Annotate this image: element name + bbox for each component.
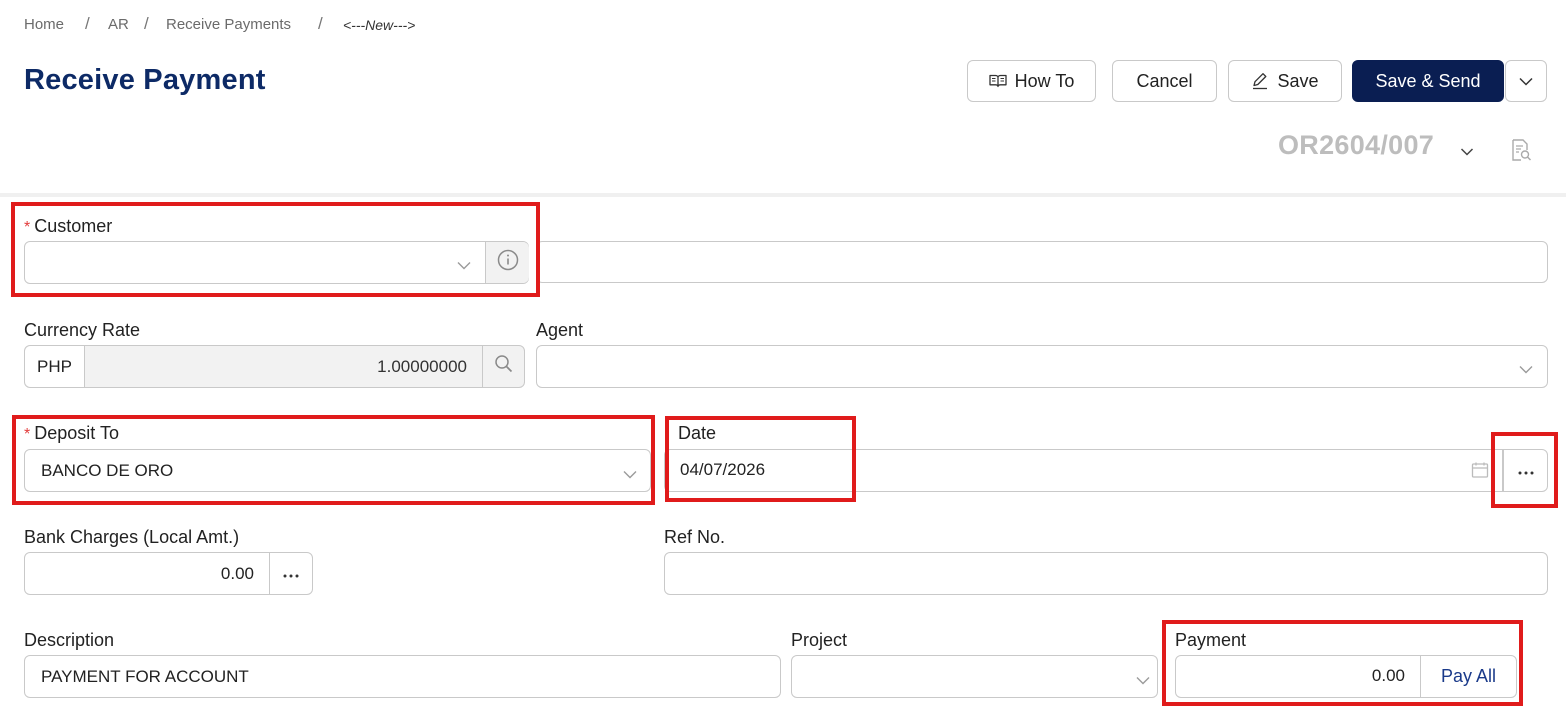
highlight-box-payment — [1162, 620, 1523, 706]
search-icon — [494, 354, 514, 379]
page-title: Receive Payment — [24, 64, 266, 96]
document-number: OR2604/007 — [1278, 130, 1435, 160]
breadcrumb-separator: / — [144, 14, 149, 33]
how-to-label: How To — [1014, 70, 1075, 91]
breadcrumb-current: <---New---> — [343, 17, 416, 33]
breadcrumb-separator: / — [85, 14, 90, 33]
pencil-icon — [1251, 72, 1269, 90]
bank-charges-input[interactable]: 0.00 — [24, 552, 270, 595]
ref-no-input[interactable] — [664, 552, 1548, 595]
highlight-box-date-more — [1491, 432, 1558, 508]
currency-rate-group: PHP 1.00000000 — [24, 345, 525, 388]
document-number-dropdown[interactable] — [1460, 144, 1474, 162]
how-to-button[interactable]: How To — [967, 60, 1096, 102]
bank-charges-label: Bank Charges (Local Amt.) — [24, 527, 240, 547]
currency-rate-label: Currency Rate — [24, 320, 141, 340]
currency-rate-value: 1.00000000 — [377, 356, 467, 376]
bank-charges-more-button[interactable] — [269, 552, 313, 595]
chevron-down-icon — [1519, 361, 1533, 379]
calendar-icon[interactable] — [1471, 461, 1489, 484]
breadcrumb-home[interactable]: Home — [24, 16, 64, 33]
ref-no-label: Ref No. — [664, 527, 726, 547]
description-label: Description — [24, 630, 115, 650]
breadcrumb-receive-payments[interactable]: Receive Payments — [166, 16, 291, 33]
chevron-down-icon — [1136, 672, 1150, 690]
rate-search-button[interactable] — [482, 346, 525, 387]
agent-label: Agent — [536, 320, 584, 340]
highlight-box-date — [665, 416, 856, 502]
description-input[interactable]: PAYMENT FOR ACCOUNT — [24, 655, 781, 698]
cancel-button[interactable]: Cancel — [1112, 60, 1217, 102]
save-button[interactable]: Save — [1228, 60, 1342, 102]
document-search-icon[interactable] — [1510, 138, 1532, 167]
bank-charges-value: 0.00 — [220, 564, 254, 583]
save-label: Save — [1277, 70, 1319, 91]
description-value: PAYMENT FOR ACCOUNT — [41, 667, 249, 686]
highlight-box-customer — [11, 202, 540, 297]
save-send-button[interactable]: Save & Send — [1352, 60, 1504, 102]
save-options-dropdown[interactable] — [1505, 60, 1547, 102]
customer-name-field[interactable] — [536, 241, 1548, 283]
book-icon — [988, 73, 1007, 89]
agent-select[interactable] — [536, 345, 1548, 388]
header-divider — [0, 193, 1566, 197]
highlight-box-deposit-to — [12, 415, 655, 505]
chevron-down-icon — [1519, 77, 1533, 86]
project-select[interactable] — [791, 655, 1158, 698]
currency-code: PHP — [25, 346, 85, 387]
ellipsis-icon — [283, 565, 299, 583]
breadcrumb-ar[interactable]: AR — [108, 16, 129, 33]
project-label: Project — [791, 630, 848, 650]
breadcrumb-separator: / — [318, 14, 323, 33]
